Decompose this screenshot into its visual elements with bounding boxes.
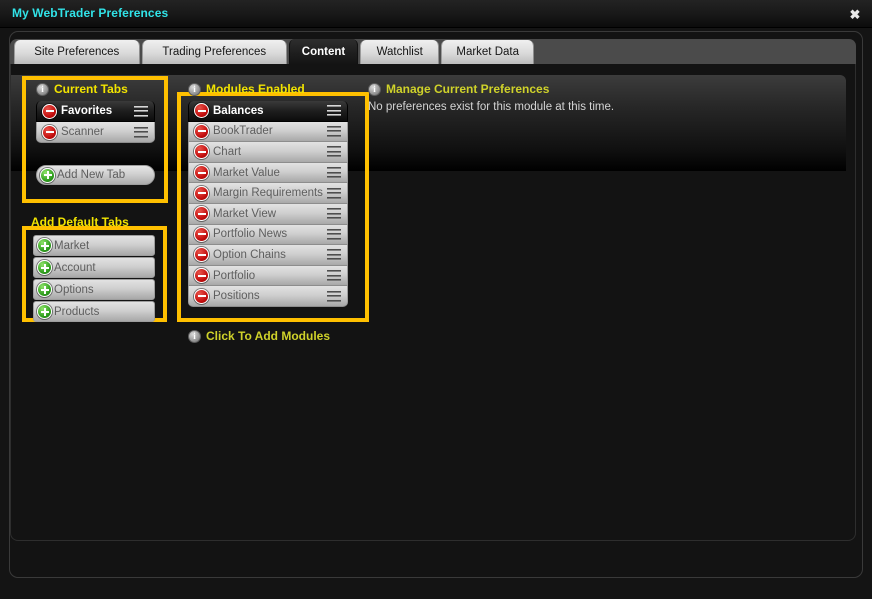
list-item-label: Option Chains [213,248,286,261]
remove-icon[interactable] [194,226,209,242]
list-item[interactable]: Portfolio [188,265,348,287]
title-bar: My WebTrader Preferences ✖ [0,0,872,28]
tab-site-preferences[interactable]: Site Preferences [14,40,140,64]
tab-label: Market Data [456,46,519,58]
modules-enabled-heading-label: Modules Enabled [206,82,305,96]
info-icon: i [188,329,201,343]
drag-handle-icon[interactable] [327,187,341,199]
list-item-label: Favorites [61,105,113,117]
preferences-tab-strip: Site Preferences Trading Preferences Conte… [10,39,856,64]
list-item[interactable]: Scanner [36,122,155,143]
tab-label: Trading Preferences [162,46,267,58]
list-item[interactable]: Margin Requirements [188,183,348,204]
close-icon[interactable]: ✖ [844,4,866,24]
info-icon: i [188,82,201,96]
click-to-add-modules-label: Click To Add Modules [206,329,331,343]
info-icon: i [368,82,381,96]
tab-trading-preferences[interactable]: Trading Preferences [141,40,287,64]
drag-handle-icon[interactable] [327,270,341,282]
default-tab-item[interactable]: Options [33,279,155,300]
remove-icon[interactable] [194,206,209,222]
list-item[interactable]: Portfolio News [188,224,348,246]
default-tab-item[interactable]: Market [33,235,155,256]
default-tab-item[interactable]: Products [33,301,155,322]
list-item-label: Market View [213,207,277,220]
remove-icon[interactable] [194,185,209,201]
window-title: My WebTrader Preferences [12,6,169,20]
remove-icon[interactable] [194,288,209,304]
plus-icon[interactable] [37,238,52,253]
drag-handle-icon[interactable] [327,208,341,220]
remove-icon[interactable] [42,103,57,119]
default-tab-label: Account [54,261,96,274]
remove-icon[interactable] [194,144,209,160]
list-item[interactable]: Option Chains [188,245,348,266]
list-item-label: Portfolio News [213,228,288,241]
list-item-label: Balances [213,104,264,117]
list-item-label: Chart [213,145,242,158]
default-tabs-heading-label: Add Default Tabs [31,215,129,229]
drag-handle-icon[interactable] [134,105,148,117]
remove-icon[interactable] [42,124,57,140]
list-item[interactable]: Chart [188,142,348,163]
list-item-label: Market Value [213,166,280,179]
tab-label: Content [301,45,346,58]
tab-content[interactable]: Content [289,39,358,64]
list-item-label: Scanner [61,126,104,138]
default-tabs-heading: Add Default Tabs [31,215,129,229]
manage-preferences-heading: i Manage Current Preferences [368,82,549,96]
tab-label: Site Preferences [34,46,120,58]
drag-handle-icon[interactable] [327,105,341,117]
tab-label: Watchlist [376,46,423,58]
remove-icon[interactable] [194,165,209,181]
default-tab-label: Options [54,283,94,296]
list-item-label: BookTrader [213,125,273,138]
modules-enabled-list: Balances BookTrader Chart Market Value Margi… [188,101,348,307]
plus-icon[interactable] [37,304,52,319]
add-new-tab-label: Add New Tab [57,169,126,181]
list-item-label: Margin Requirements [213,187,323,200]
list-item[interactable]: Market View [188,203,348,225]
remove-icon[interactable] [194,103,209,119]
drag-handle-icon[interactable] [327,167,341,179]
current-tabs-heading-label: Current Tabs [54,82,128,96]
drag-handle-icon[interactable] [327,146,341,158]
drag-handle-icon[interactable] [327,125,341,137]
default-tab-item[interactable]: Account [33,257,155,278]
current-tabs-heading: i Current Tabs [36,82,128,96]
drag-handle-icon[interactable] [327,290,341,302]
default-tab-label: Products [54,305,100,318]
plus-icon [40,167,55,183]
current-tabs-list: Favorites Scanner [36,101,155,143]
list-item[interactable]: BookTrader [188,121,348,143]
default-tabs-list: Market Account Options Products [33,235,155,323]
modules-enabled-heading: i Modules Enabled [188,82,305,96]
tab-market-data[interactable]: Market Data [441,40,534,64]
info-icon: i [36,82,49,96]
default-tab-label: Market [54,239,90,252]
remove-icon[interactable] [194,247,209,263]
remove-icon[interactable] [194,268,209,284]
plus-icon[interactable] [37,260,52,275]
list-item-label: Portfolio [213,269,256,282]
remove-icon[interactable] [194,123,209,139]
drag-handle-icon[interactable] [327,249,341,261]
preferences-window: My WebTrader Preferences ✖ Site Preferen… [0,0,872,599]
list-item[interactable]: Favorites [36,101,155,122]
click-to-add-modules-heading[interactable]: i Click To Add Modules [188,329,330,343]
add-new-tab-button[interactable]: Add New Tab [36,165,155,185]
list-item[interactable]: Positions [188,286,348,307]
empty-preferences-message: No preferences exist for this module at … [368,101,615,113]
plus-icon[interactable] [37,282,52,297]
manage-preferences-heading-label: Manage Current Preferences [386,82,550,96]
list-item[interactable]: Market Value [188,162,348,184]
list-item[interactable]: Balances [188,101,348,122]
drag-handle-icon[interactable] [327,228,341,240]
drag-handle-icon[interactable] [134,126,148,138]
tab-watchlist[interactable]: Watchlist [360,40,440,64]
list-item-label: Positions [213,290,260,303]
